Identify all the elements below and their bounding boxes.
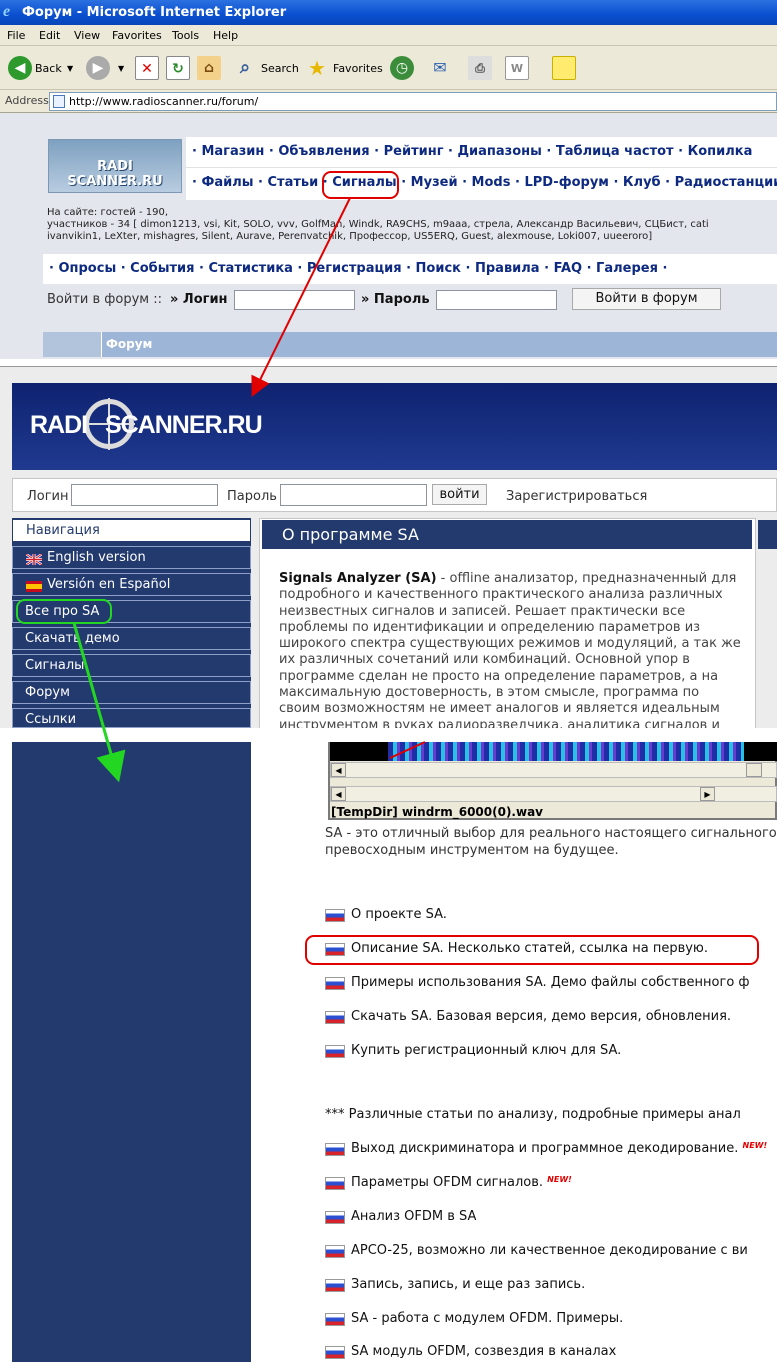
red-arrow: [251, 197, 351, 397]
red-arrow-partial: [389, 741, 426, 759]
annotation-arrows: [72, 197, 426, 783]
green-arrow: [72, 622, 126, 783]
